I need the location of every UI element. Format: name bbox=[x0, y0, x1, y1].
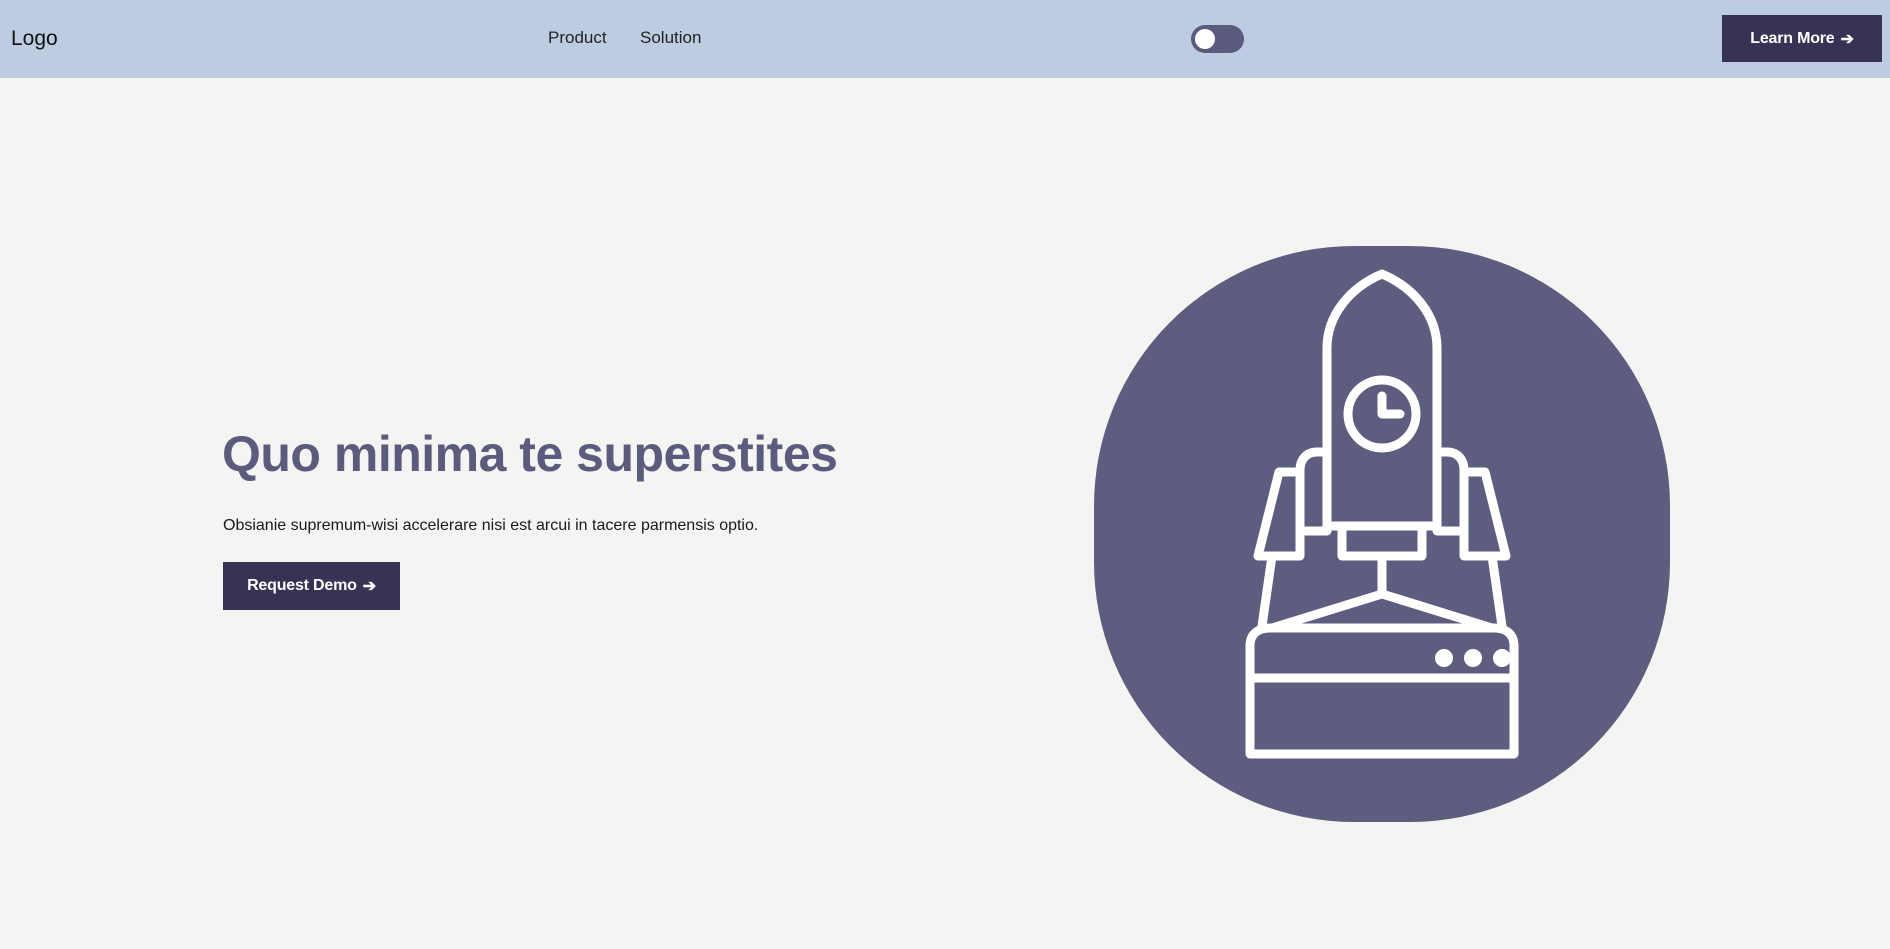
learn-more-label: Learn More bbox=[1750, 29, 1835, 47]
logo[interactable]: Logo bbox=[11, 24, 58, 54]
hero-title: Quo minima te superstites bbox=[222, 426, 838, 482]
arrow-right-icon: ➔ bbox=[1840, 30, 1854, 48]
request-demo-label: Request Demo bbox=[247, 577, 357, 594]
arrow-right-icon: ➔ bbox=[362, 578, 376, 595]
toggle-knob bbox=[1195, 29, 1215, 49]
learn-more-button[interactable]: Learn More ➔ bbox=[1722, 15, 1882, 62]
nav-link-solution[interactable]: Solution bbox=[640, 26, 701, 50]
rocket-launch-icon bbox=[1245, 269, 1519, 759]
hero-subtitle: Obsianie supremum-wisi accelerare nisi e… bbox=[223, 517, 759, 534]
hero-illustration bbox=[1094, 246, 1670, 822]
top-navbar: Logo Product Solution Learn More ➔ bbox=[0, 0, 1890, 78]
theme-toggle[interactable] bbox=[1191, 25, 1244, 53]
nav-link-product[interactable]: Product bbox=[548, 26, 607, 50]
request-demo-button[interactable]: Request Demo ➔ bbox=[223, 562, 400, 610]
